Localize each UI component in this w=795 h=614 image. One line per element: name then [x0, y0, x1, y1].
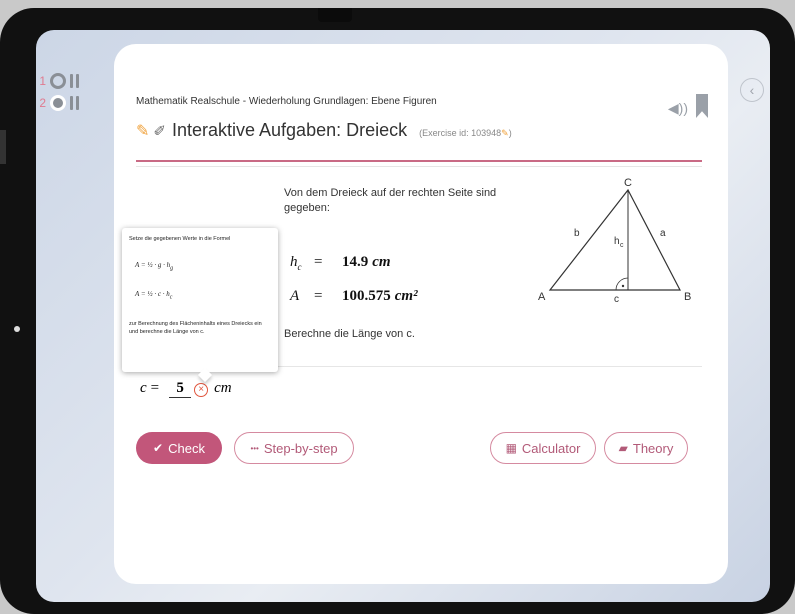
right-angle-dot	[621, 284, 625, 288]
triangle-figure: C A B b a c h c	[538, 177, 691, 304]
rail-item-1[interactable]: 1	[36, 70, 96, 92]
step-label: Step-by-step	[263, 440, 338, 456]
vertex-b-label: B	[684, 291, 691, 303]
exercise-id: (Exercise id: 103948✎)	[419, 128, 512, 139]
side-a-label: a	[660, 228, 666, 239]
vertex-a-label: A	[538, 291, 546, 303]
exercise-card: Mathematik Realschule - Wiederholung Gru…	[114, 44, 728, 584]
rail-number: 1	[39, 74, 46, 88]
breadcrumb: Mathematik Realschule - Wiederholung Gru…	[136, 96, 437, 107]
tablet-home-dot	[14, 326, 20, 332]
side-c-label: c	[614, 294, 619, 304]
calculator-button[interactable]: ▦ Calculator	[490, 432, 596, 464]
pencil-color-icon[interactable]: ✎	[136, 121, 149, 141]
check-button[interactable]: ✔ Check	[136, 432, 222, 464]
calculator-label: Calculator	[521, 440, 581, 456]
side-b-label: b	[574, 228, 580, 239]
formula-variable: hc	[290, 254, 302, 272]
hint-tooltip: Setze die gegebenen Werte in die Formel …	[122, 228, 278, 372]
page-title: Interaktive Aufgaben: Dreieck	[171, 120, 408, 140]
title-divider	[136, 160, 702, 162]
answer-variable: c	[140, 380, 147, 396]
hint-outro: zur Berechnung des Flächeninhalts eines …	[129, 320, 262, 335]
height-label-sub: c	[620, 242, 624, 249]
check-label: Check	[168, 440, 205, 456]
vertex-c-label: C	[624, 177, 632, 189]
answer-equals: =	[150, 380, 160, 396]
hint-intro: Setze die gegebenen Werte in die Formel	[129, 236, 231, 242]
answer-unit: cm	[214, 380, 232, 396]
given-hc: hc = 14.9 cm	[290, 254, 391, 272]
right-angle-arc	[615, 277, 629, 291]
formula-value: 14.9	[342, 254, 369, 270]
rail-number: 2	[39, 96, 46, 110]
bars-icon	[70, 96, 79, 110]
formula-variable: A	[290, 288, 300, 304]
tablet-notch	[318, 8, 352, 22]
formula-unit: cm²	[394, 288, 418, 304]
answer-row: c = 5 × cm	[140, 380, 232, 398]
calculator-icon: ▦	[505, 441, 517, 455]
exercise-id-close: )	[508, 128, 512, 138]
formula-equals: =	[314, 288, 323, 304]
bars-icon	[70, 74, 79, 88]
chevron-left-icon[interactable]: ‹	[740, 78, 764, 102]
book-icon: ▰	[618, 441, 628, 455]
left-rail: 1 2	[36, 70, 96, 114]
theory-label: Theory	[632, 440, 674, 456]
given-area: A = 100.575 cm²	[290, 288, 418, 305]
theory-button[interactable]: ▰ Theory	[604, 432, 688, 464]
rail-item-2[interactable]: 2	[36, 92, 96, 114]
formula-equals: =	[314, 254, 323, 270]
checkmark-icon: ✔	[153, 441, 164, 455]
step-by-step-button[interactable]: ••• Step-by-step	[234, 432, 354, 464]
circle-icon	[50, 73, 66, 89]
title-row: ✎ ✐ Interaktive Aufgaben: Dreieck (Exerc…	[136, 120, 512, 141]
title-divider-light	[136, 166, 702, 167]
formula-value: 100.575	[342, 288, 391, 304]
bookmark-icon[interactable]	[696, 94, 708, 118]
c-circle-icon	[50, 95, 66, 111]
tablet-frame: 1 2 ‹ Mathematik Realschule - Wiederholu…	[0, 8, 795, 614]
problem-text: Von dem Dreieck auf der rechten Seite si…	[284, 187, 497, 214]
hint-formula-2: A = ½ · c · hc	[135, 290, 173, 301]
dots-icon: •••	[250, 443, 259, 453]
height-label: h	[614, 236, 620, 247]
pencil-small-icon[interactable]: ✎	[501, 128, 509, 138]
screen: 1 2 ‹ Mathematik Realschule - Wiederholu…	[36, 30, 770, 602]
question-text: Berechne die Länge von c.	[284, 328, 415, 340]
answer-input[interactable]: 5	[169, 380, 192, 398]
speaker-icon[interactable]: ◀))	[668, 100, 688, 117]
formula-unit: cm	[372, 254, 391, 270]
hint-formula-1: A = ½ · g · hg	[135, 261, 174, 272]
error-icon: ×	[194, 383, 209, 397]
tablet-side-stub	[0, 130, 6, 164]
pencil-outline-icon[interactable]: ✐	[153, 122, 166, 140]
exercise-id-text: (Exercise id: 103948	[419, 128, 502, 138]
